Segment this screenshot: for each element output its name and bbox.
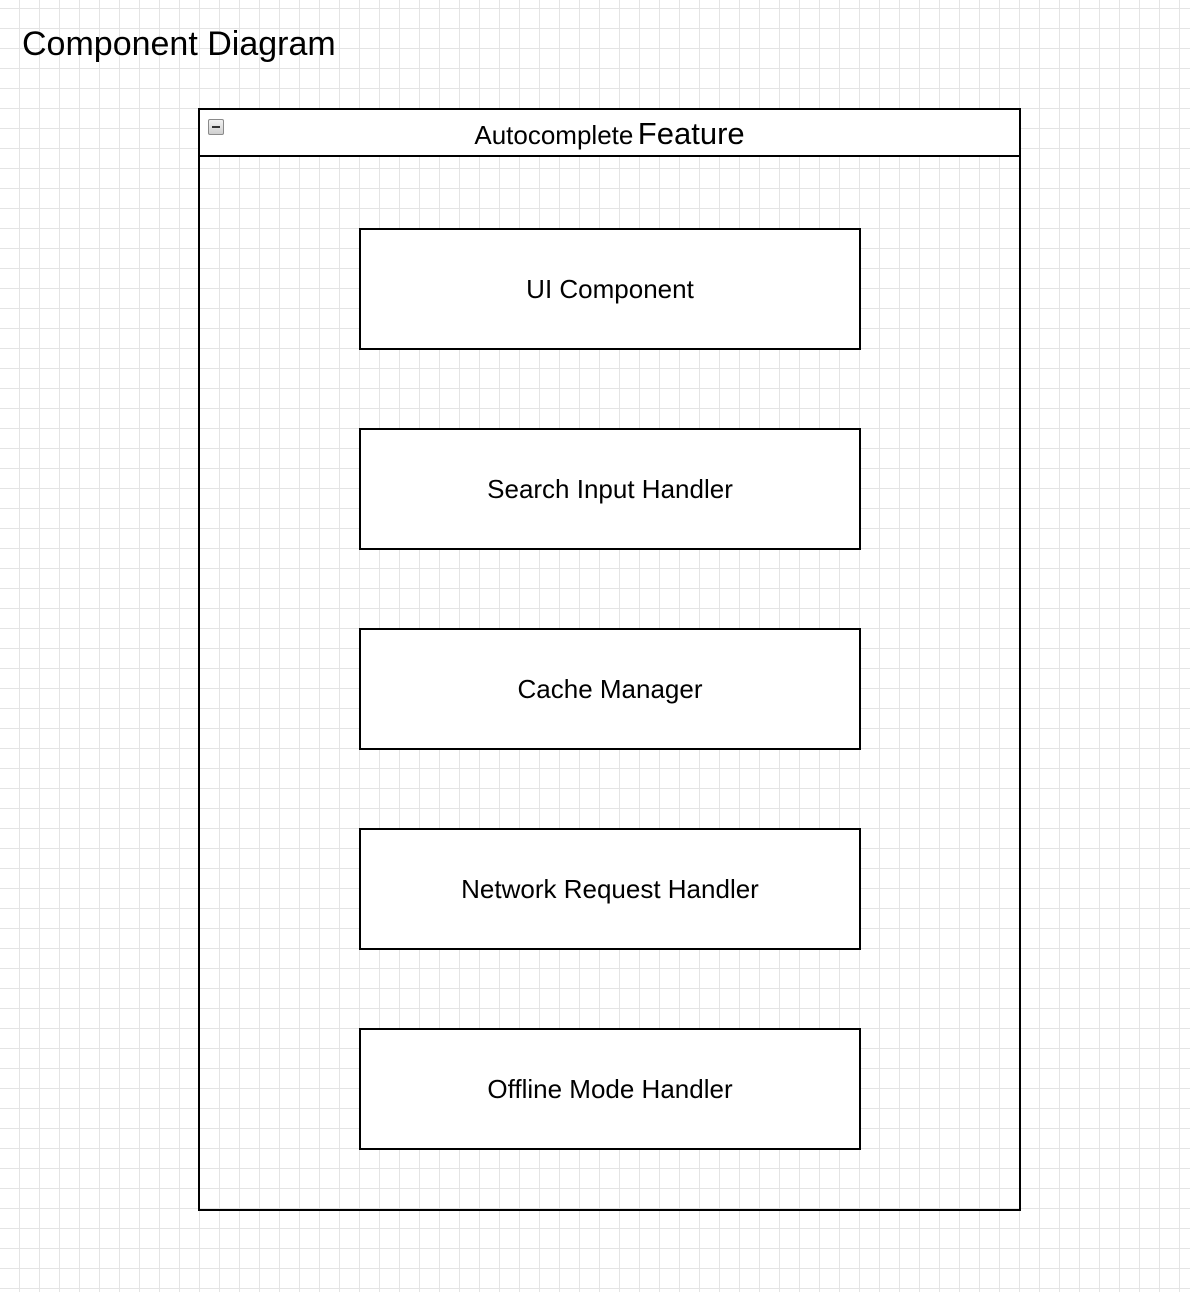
container-header: Autocomplete Feature	[200, 110, 1019, 157]
diagram-title: Component Diagram	[22, 25, 336, 63]
component-offline-mode-handler[interactable]: Offline Mode Handler	[359, 1028, 861, 1150]
component-label: Search Input Handler	[487, 473, 733, 504]
feature-container[interactable]: Autocomplete Feature UI Component Search…	[198, 108, 1021, 1211]
minus-icon	[212, 126, 220, 128]
component-label: UI Component	[526, 273, 694, 304]
container-title-part-a: Autocomplete	[474, 120, 634, 150]
component-label: Cache Manager	[517, 673, 703, 704]
component-cache-manager[interactable]: Cache Manager	[359, 628, 861, 750]
container-title-part-b: Feature	[637, 116, 745, 151]
container-title: Autocomplete Feature	[200, 110, 1019, 155]
component-label: Offline Mode Handler	[487, 1073, 733, 1104]
component-ui-component[interactable]: UI Component	[359, 228, 861, 350]
collapse-toggle-button[interactable]	[208, 119, 224, 135]
component-label: Network Request Handler	[461, 873, 759, 904]
component-search-input-handler[interactable]: Search Input Handler	[359, 428, 861, 550]
component-network-request-handler[interactable]: Network Request Handler	[359, 828, 861, 950]
